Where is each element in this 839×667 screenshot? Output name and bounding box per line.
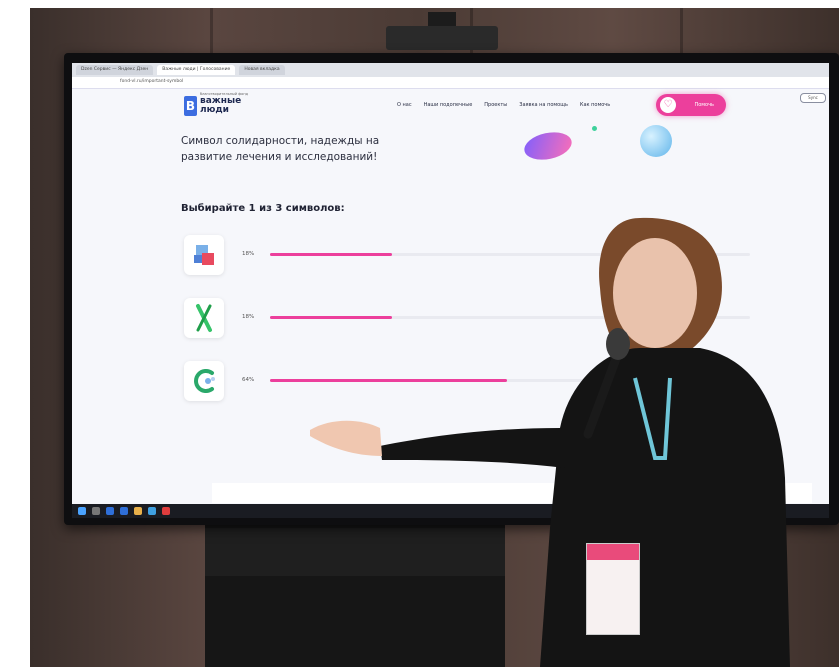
- taskbar-app-icon[interactable]: [134, 507, 142, 515]
- symbol-option-3[interactable]: [184, 361, 224, 401]
- option-1-percent: 18%: [242, 251, 255, 257]
- swirl-symbol-icon: [194, 369, 215, 393]
- taskbar-app-icon[interactable]: [162, 507, 170, 515]
- nav-item-request-help[interactable]: Заявка на помощь: [519, 102, 568, 108]
- heart-icon: ♡: [660, 97, 676, 113]
- browser-tab-active[interactable]: Важные люди | Голосование: [157, 65, 236, 75]
- browser-tab[interactable]: Dzen Сервис — Яндекс Дзен: [76, 65, 154, 75]
- taskbar-app-icon[interactable]: [106, 507, 114, 515]
- site-header: В благотворительный фонд важные люди О н…: [72, 88, 829, 122]
- nav-item-wards[interactable]: Наши подопечные: [424, 102, 473, 108]
- presenter-face: [613, 238, 697, 348]
- symbol-option-1[interactable]: [184, 235, 224, 275]
- main-nav: О нас Наши подопечные Проекты Заявка на …: [397, 102, 610, 108]
- presenter: [310, 217, 790, 667]
- page-headline: Символ солидарности, надежды на развитие…: [181, 135, 380, 163]
- photo-background: Dzen Сервис — Яндекс Дзен Важные люди | …: [30, 8, 839, 667]
- nav-item-how-to-help[interactable]: Как помочь: [580, 102, 610, 108]
- conference-camera: [386, 12, 498, 50]
- name-badge: [586, 543, 640, 635]
- taskbar-app-icon[interactable]: [120, 507, 128, 515]
- symbol-option-2[interactable]: [184, 298, 224, 338]
- badge-header: [587, 544, 639, 560]
- browser-tab-strip: Dzen Сервис — Яндекс Дзен Важные люди | …: [72, 63, 829, 77]
- presenter-jacket: [540, 348, 790, 667]
- microphone-head: [606, 328, 630, 360]
- search-icon[interactable]: [92, 507, 100, 515]
- option-2-percent: 18%: [242, 314, 255, 320]
- nav-item-about[interactable]: О нас: [397, 102, 412, 108]
- logo-icon[interactable]: В: [184, 96, 197, 116]
- decorative-sphere: [640, 125, 672, 157]
- decorative-dot: [592, 126, 597, 131]
- green-ribbon-symbol-icon: [196, 304, 212, 332]
- url-text: fond-vl.ru/important-symbol: [120, 79, 184, 84]
- browser-icon[interactable]: [148, 507, 156, 515]
- browser-tab[interactable]: Новая вкладка: [239, 65, 285, 75]
- cube-symbol-icon: [194, 245, 214, 265]
- nav-item-projects[interactable]: Проекты: [484, 102, 507, 108]
- presenter-arm: [380, 428, 565, 468]
- start-icon[interactable]: [78, 507, 86, 515]
- presenter-hand: [310, 420, 382, 456]
- decorative-shape: [521, 128, 575, 164]
- logo-text[interactable]: важные люди: [200, 97, 241, 115]
- option-3-percent: 64%: [242, 377, 255, 383]
- logo-line2: люди: [200, 105, 229, 115]
